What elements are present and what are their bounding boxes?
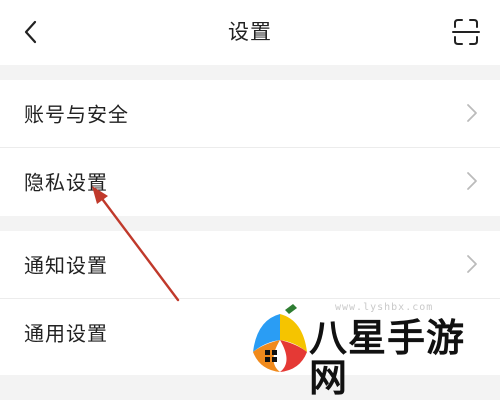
scan-icon[interactable]	[452, 17, 480, 47]
chevron-right-icon	[467, 172, 477, 190]
watermark-text: 八星手游网	[309, 316, 466, 400]
chevron-right-icon	[467, 255, 477, 273]
settings-item-notifications[interactable]: 通知设置	[0, 231, 500, 297]
settings-item-privacy[interactable]: 隐私设置	[0, 148, 500, 214]
page-title: 设置	[228, 20, 272, 44]
settings-item-label: 隐私设置	[24, 170, 108, 195]
watermark-logo-icon	[253, 304, 307, 372]
settings-group-account: 账号与安全 隐私设置	[0, 80, 500, 216]
settings-item-account-security[interactable]: 账号与安全	[0, 80, 500, 146]
top-bar: 设置	[0, 0, 500, 65]
chevron-right-icon	[467, 104, 477, 122]
settings-item-label: 账号与安全	[24, 102, 129, 127]
watermark: www.lyshbx.com 八星手游网	[245, 302, 500, 398]
settings-item-label: 通用设置	[24, 321, 108, 346]
watermark-url: www.lyshbx.com	[335, 302, 434, 313]
settings-item-label: 通知设置	[24, 253, 108, 278]
